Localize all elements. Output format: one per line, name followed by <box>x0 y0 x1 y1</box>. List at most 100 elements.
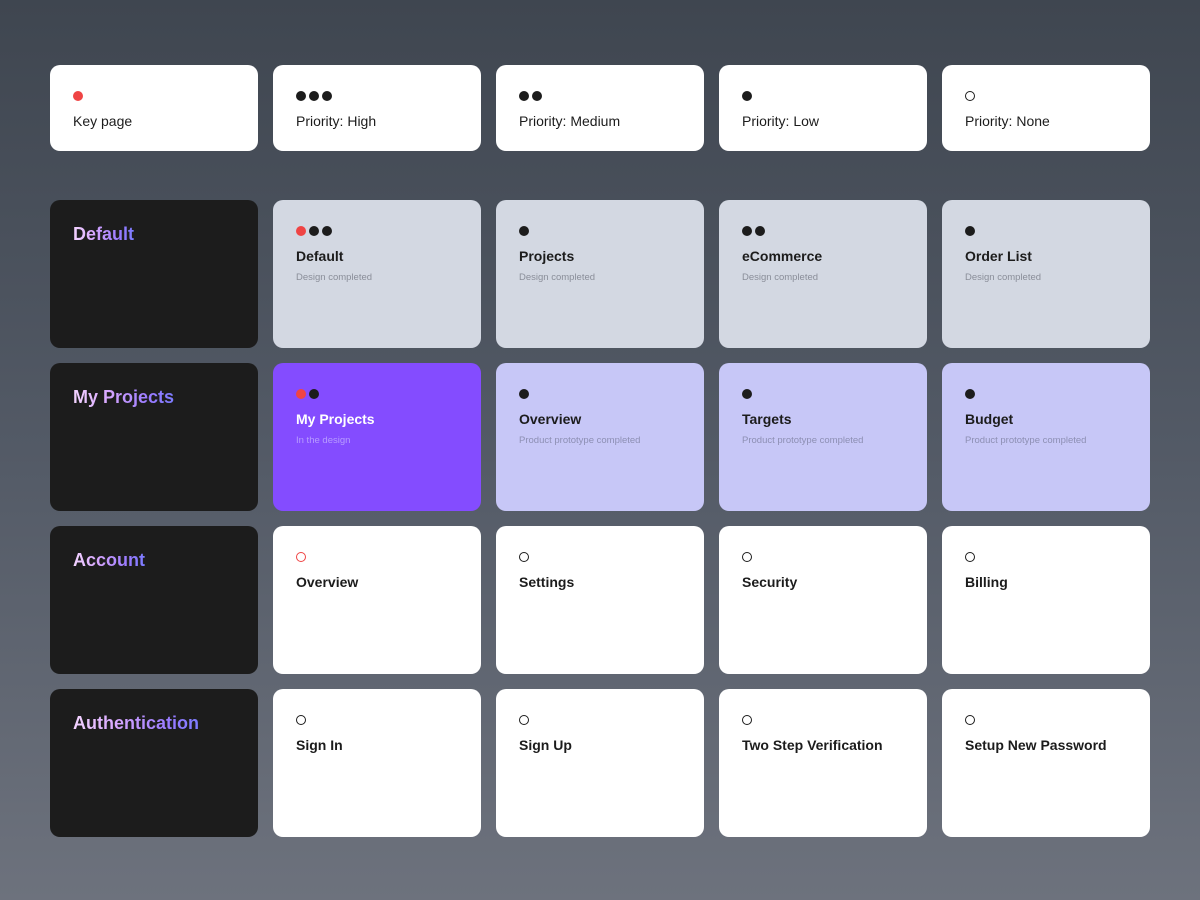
priority-marker <box>519 550 681 564</box>
legend-label: Priority: High <box>296 113 377 129</box>
page-title: eCommerce <box>742 248 823 264</box>
section-title: Account <box>73 550 145 570</box>
key-page-dot-icon <box>296 389 306 399</box>
empty-circle-icon <box>965 91 975 101</box>
page-title: Order List <box>965 248 1032 264</box>
page-card-budget[interactable]: Budget Product prototype completed <box>942 363 1150 511</box>
priority-dot-icon <box>755 226 765 236</box>
empty-circle-icon <box>742 552 752 562</box>
priority-dot-icon <box>519 226 529 236</box>
page-card-my-projects[interactable]: My Projects In the design <box>273 363 481 511</box>
legend-label: Priority: None <box>965 113 1050 129</box>
priority-marker <box>965 550 1127 564</box>
priority-dot-icon <box>309 91 319 101</box>
page-card-setup-new-password[interactable]: Setup New Password <box>942 689 1150 837</box>
page-status: Design completed <box>519 272 596 283</box>
page-card-security[interactable]: Security <box>719 526 927 674</box>
priority-high-marker <box>296 89 458 103</box>
page-card-billing[interactable]: Billing <box>942 526 1150 674</box>
section-card-my-projects[interactable]: My Projects <box>50 363 258 511</box>
priority-marker <box>965 387 1127 401</box>
page-title: Budget <box>965 411 1014 427</box>
priority-dot-icon <box>742 226 752 236</box>
section-title: My Projects <box>73 387 175 407</box>
page-title: Overview <box>296 574 359 590</box>
priority-medium-marker <box>519 89 681 103</box>
page-title: Security <box>742 574 798 590</box>
empty-circle-icon <box>519 715 529 725</box>
page-status: Design completed <box>742 272 819 283</box>
page-card-two-step-verification[interactable]: Two Step Verification <box>719 689 927 837</box>
legend-label: Priority: Medium <box>519 113 621 129</box>
priority-marker <box>965 713 1127 727</box>
page-card-sign-in[interactable]: Sign In <box>273 689 481 837</box>
page-title: Setup New Password <box>965 737 1107 753</box>
page-card-account-overview[interactable]: Overview <box>273 526 481 674</box>
priority-dot-icon <box>532 91 542 101</box>
key-page-dot-icon <box>296 226 306 236</box>
legend-priority-low: Priority: Low <box>719 65 927 151</box>
priority-dot-icon <box>309 226 319 236</box>
page-status: Design completed <box>296 272 373 283</box>
section-card-default[interactable]: Default <box>50 200 258 348</box>
priority-dot-icon <box>296 91 306 101</box>
page-card-settings[interactable]: Settings <box>496 526 704 674</box>
priority-marker <box>296 713 458 727</box>
page-title: Two Step Verification <box>742 737 883 753</box>
priority-none-marker <box>965 89 1127 103</box>
priority-dot-icon <box>742 91 752 101</box>
priority-dot-icon <box>309 389 319 399</box>
key-page-marker <box>73 89 235 103</box>
page-card-projects[interactable]: Projects Design completed <box>496 200 704 348</box>
legend-label: Priority: Low <box>742 113 820 129</box>
legend-priority-none: Priority: None <box>942 65 1150 151</box>
page-card-ecommerce[interactable]: eCommerce Design completed <box>719 200 927 348</box>
page-card-sign-up[interactable]: Sign Up <box>496 689 704 837</box>
page-card-order-list[interactable]: Order List Design completed <box>942 200 1150 348</box>
page-title: Overview <box>519 411 582 427</box>
section-card-authentication[interactable]: Authentication <box>50 689 258 837</box>
page-card-default[interactable]: Default Design completed <box>273 200 481 348</box>
priority-dot-icon <box>965 226 975 236</box>
page-title: My Projects <box>296 411 375 427</box>
page-title: Settings <box>519 574 575 590</box>
legend-priority-medium: Priority: Medium <box>496 65 704 151</box>
page-status: Product prototype completed <box>742 435 864 446</box>
key-page-circle-icon <box>296 552 306 562</box>
section-title: Default <box>73 224 135 244</box>
priority-marker <box>742 713 904 727</box>
priority-marker <box>519 387 681 401</box>
page-status: Design completed <box>965 272 1042 283</box>
page-card-targets[interactable]: Targets Product prototype completed <box>719 363 927 511</box>
priority-dot-icon <box>322 91 332 101</box>
empty-circle-icon <box>965 715 975 725</box>
section-row-my-projects: My Projects My Projects In the design Ov… <box>50 363 1150 511</box>
page-title: Targets <box>742 411 792 427</box>
empty-circle-icon <box>742 715 752 725</box>
priority-dot-icon <box>322 226 332 236</box>
key-page-dot-icon <box>73 91 83 101</box>
priority-marker <box>742 224 904 238</box>
section-card-account[interactable]: Account <box>50 526 258 674</box>
page-title: Sign In <box>296 737 343 753</box>
priority-marker <box>519 224 681 238</box>
priority-low-marker <box>742 89 904 103</box>
page-status: Product prototype completed <box>519 435 641 446</box>
empty-circle-icon <box>965 552 975 562</box>
priority-marker <box>296 387 458 401</box>
priority-marker <box>742 387 904 401</box>
section-row-account: Account Overview Settings Security Billi… <box>50 526 1150 674</box>
legend-priority-high: Priority: High <box>273 65 481 151</box>
page-title: Billing <box>965 574 1008 590</box>
priority-dot-icon <box>519 389 529 399</box>
priority-marker <box>965 224 1127 238</box>
empty-circle-icon <box>296 715 306 725</box>
page-card-overview[interactable]: Overview Product prototype completed <box>496 363 704 511</box>
priority-marker <box>296 550 458 564</box>
section-title: Authentication <box>73 713 199 733</box>
section-row-authentication: Authentication Sign In Sign Up Two Step … <box>50 689 1150 837</box>
priority-dot-icon <box>965 389 975 399</box>
empty-circle-icon <box>519 552 529 562</box>
priority-dot-icon <box>742 389 752 399</box>
legend-label: Key page <box>73 113 133 129</box>
